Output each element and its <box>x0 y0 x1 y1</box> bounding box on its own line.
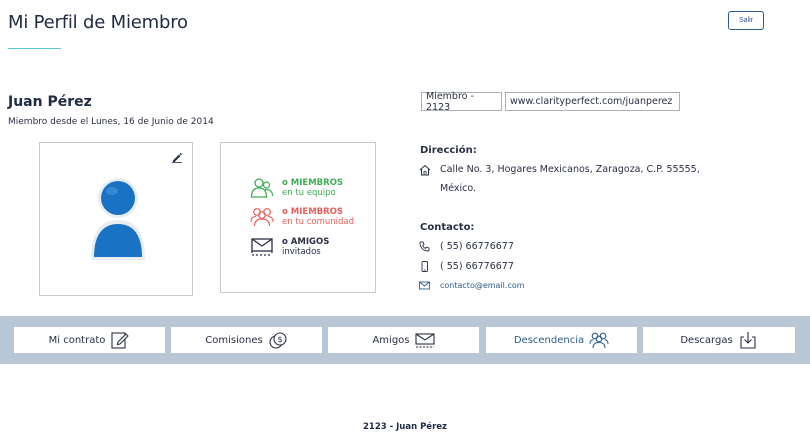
tab-comisiones[interactable]: Comisiones $ <box>171 327 322 353</box>
logout-button[interactable]: Salir <box>728 11 764 30</box>
friends-stat-label: invitados <box>282 247 321 257</box>
envelope-icon <box>414 333 435 348</box>
profile-tabs-bar: Mi contrato Comisiones $ Amigos Descende… <box>0 316 810 364</box>
tab-mi-contrato-label: Mi contrato <box>48 334 106 346</box>
tab-descargas[interactable]: Descargas <box>643 327 795 353</box>
svg-text:$: $ <box>277 335 282 344</box>
member-id-chip: Miembro - 2123 <box>421 91 502 113</box>
coins-icon: $ <box>269 332 287 349</box>
people-icon <box>589 332 609 349</box>
team-stat[interactable]: o MIEMBROS en tu equipo <box>250 177 343 199</box>
address-line-1: Calle No. 3, Hogares Mexicanos, Zaragoza… <box>440 164 700 175</box>
mobile-number: ( 55) 66776677 <box>440 261 514 272</box>
tab-amigos[interactable]: Amigos <box>328 327 479 353</box>
mobile-icon <box>421 261 428 272</box>
mobile-row: ( 55) 66776677 <box>419 261 514 272</box>
phone-number: ( 55) 66776677 <box>440 241 514 252</box>
friends-stat[interactable]: o AMIGOS invitados <box>250 236 329 258</box>
invite-envelope-icon <box>251 238 273 256</box>
tab-descargas-label: Descargas <box>680 334 733 346</box>
member-name: Juan Pérez <box>8 94 92 110</box>
tab-amigos-label: Amigos <box>372 334 410 346</box>
community-stat[interactable]: o MIEMBROS en tu comunidad <box>250 206 354 228</box>
email-row[interactable]: contacto@email.com <box>419 280 525 291</box>
tab-mi-contrato[interactable]: Mi contrato <box>14 327 165 353</box>
download-icon <box>740 332 756 349</box>
community-icon <box>250 208 274 227</box>
home-icon <box>419 164 431 176</box>
title-underline <box>8 48 61 49</box>
tab-comisiones-label: Comisiones <box>205 334 263 346</box>
tab-descendencia[interactable]: Descendencia <box>486 327 637 353</box>
member-since: Miembro desde el Lunes, 16 de Junio de 2… <box>8 117 214 127</box>
team-stat-label: en tu equipo <box>282 188 336 198</box>
team-icon <box>250 178 274 198</box>
page-title: Mi Perfil de Miembro <box>8 12 188 33</box>
footer-member-label: 2123 - Juan Pérez <box>363 422 447 432</box>
friends-stat-count: o AMIGOS <box>282 237 330 247</box>
email-link[interactable]: contacto@email.com <box>440 281 525 290</box>
team-stat-count: o MIEMBROS <box>282 178 344 188</box>
address-label: Dirección: <box>420 145 477 156</box>
member-url-chip[interactable]: www.clarityperfect.com/juanperez <box>505 92 680 111</box>
email-icon <box>419 281 430 290</box>
pencil-icon[interactable] <box>171 151 183 163</box>
edit-contract-icon <box>111 332 130 349</box>
contact-label: Contacto: <box>420 222 475 233</box>
avatar <box>91 178 145 260</box>
address-line-2: México. <box>440 183 477 194</box>
phone-row: ( 55) 66776677 <box>419 241 514 252</box>
phone-icon <box>419 241 430 252</box>
network-stats-card: o MIEMBROS en tu equipo o MIEMBROS en tu… <box>220 142 376 293</box>
avatar-card <box>39 142 193 296</box>
tab-descendencia-label: Descendencia <box>513 334 585 346</box>
community-stat-label: en tu comunidad <box>282 217 355 227</box>
community-stat-count: o MIEMBROS <box>282 207 344 217</box>
